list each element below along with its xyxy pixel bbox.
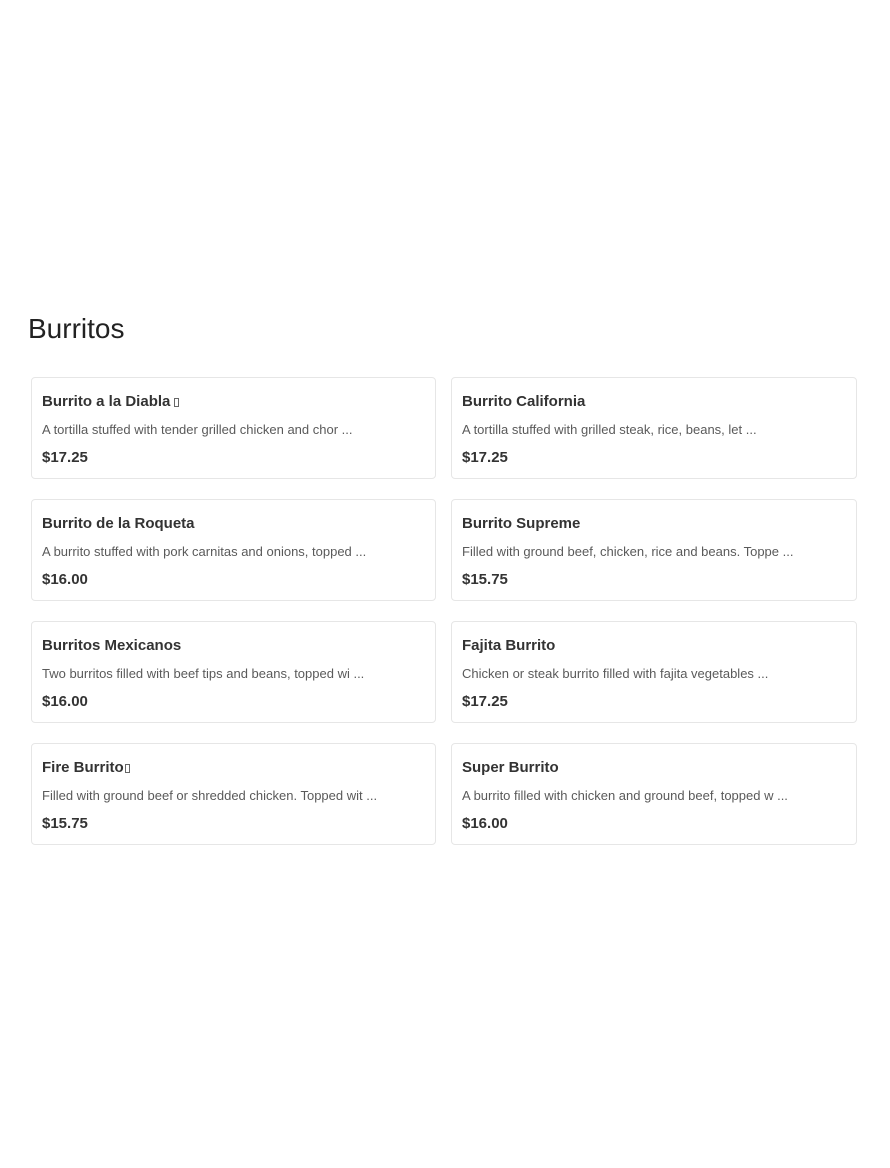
item-price: $15.75	[42, 815, 88, 832]
item-description: A tortilla stuffed with grilled steak, r…	[462, 422, 757, 437]
item-name-row: Super Burrito	[462, 759, 846, 777]
menu-item-card[interactable]: Fajita Burrito Chicken or steak burrito …	[451, 621, 857, 723]
item-price: $17.25	[42, 449, 88, 466]
menu-item-card[interactable]: Fire Burrito Filled with ground beef or …	[31, 743, 436, 845]
item-description: A tortilla stuffed with tender grilled c…	[42, 422, 353, 437]
item-description: A burrito stuffed with pork carnitas and…	[42, 544, 367, 559]
item-price: $15.75	[462, 571, 508, 588]
item-price: $16.00	[42, 693, 88, 710]
item-description: Two burritos filled with beef tips and b…	[42, 666, 365, 681]
item-name: Burritos Mexicanos	[42, 637, 182, 654]
item-name-row: Burrito de la Roqueta	[42, 515, 425, 533]
menu-items-grid: Burrito a la Diabla A tortilla stuffed w…	[31, 377, 857, 845]
menu-section-burritos: Burritos Burrito a la Diabla A tortilla …	[28, 312, 860, 845]
spicy-icon	[174, 397, 180, 407]
item-name: Burrito Supreme	[462, 515, 581, 532]
item-description: Chicken or steak burrito filled with faj…	[462, 666, 769, 681]
menu-item-card[interactable]: Burrito de la Roqueta A burrito stuffed …	[31, 499, 436, 601]
item-name-row: Fajita Burrito	[462, 637, 846, 655]
item-price: $16.00	[462, 815, 508, 832]
item-description: Filled with ground beef, chicken, rice a…	[462, 544, 794, 559]
item-name: Burrito a la Diabla	[42, 393, 171, 410]
item-name-row: Burrito a la Diabla	[42, 393, 425, 411]
menu-item-card[interactable]: Super Burrito A burrito filled with chic…	[451, 743, 857, 845]
menu-item-card[interactable]: Burrito Supreme Filled with ground beef,…	[451, 499, 857, 601]
section-title: Burritos	[28, 313, 125, 344]
item-description: A burrito filled with chicken and ground…	[462, 788, 788, 803]
menu-item-card[interactable]: Burrito a la Diabla A tortilla stuffed w…	[31, 377, 436, 479]
item-price: $17.25	[462, 449, 508, 466]
item-name-row: Burrito Supreme	[462, 515, 846, 533]
item-price: $16.00	[42, 571, 88, 588]
item-name: Fajita Burrito	[462, 637, 556, 654]
item-name: Burrito California	[462, 393, 586, 410]
item-name: Fire Burrito	[42, 759, 124, 776]
item-name: Super Burrito	[462, 759, 559, 776]
item-name-row: Fire Burrito	[42, 759, 425, 777]
item-description: Filled with ground beef or shredded chic…	[42, 788, 378, 803]
item-name-row: Burrito California	[462, 393, 846, 411]
menu-item-card[interactable]: Burrito California A tortilla stuffed wi…	[451, 377, 857, 479]
item-name-row: Burritos Mexicanos	[42, 637, 425, 655]
item-name: Burrito de la Roqueta	[42, 515, 195, 532]
item-price: $17.25	[462, 693, 508, 710]
spicy-icon	[124, 763, 130, 773]
menu-item-card[interactable]: Burritos Mexicanos Two burritos filled w…	[31, 621, 436, 723]
